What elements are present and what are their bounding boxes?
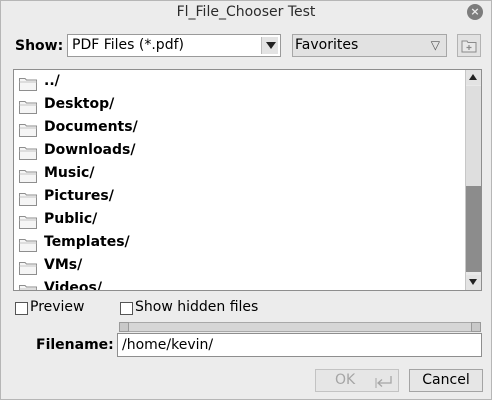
triangle-down-icon: ▽: [430, 38, 440, 52]
file-name: ../: [44, 73, 60, 89]
preview-resize-bar[interactable]: [119, 322, 481, 332]
show-hidden-label: Show hidden files: [135, 299, 259, 315]
folder-icon: [19, 170, 37, 183]
file-list-item[interactable]: Pictures/: [14, 186, 464, 209]
folder-icon: [19, 239, 37, 252]
resize-handle-right[interactable]: [471, 322, 481, 332]
folder-icon: [19, 147, 37, 160]
file-list-item[interactable]: Templates/: [14, 232, 464, 255]
new-folder-icon: [461, 40, 477, 53]
close-icon[interactable]: ×: [467, 4, 483, 20]
folder-icon: [19, 285, 37, 290]
file-list-item[interactable]: ../: [14, 71, 464, 94]
favorites-label: Favorites: [295, 37, 359, 53]
show-label: Show:: [15, 38, 64, 54]
resize-handle-left[interactable]: [119, 322, 129, 332]
folder-icon: [19, 78, 37, 91]
enter-icon: [375, 376, 392, 388]
ok-label: OK: [335, 372, 356, 388]
file-name: VMs/: [44, 257, 83, 273]
file-chooser-window: Fl_File_Chooser Test × Show: PDF Files (…: [0, 0, 492, 400]
file-list-item[interactable]: Videos/: [14, 278, 464, 291]
preview-label: Preview: [30, 299, 85, 315]
new-folder-button[interactable]: [457, 34, 481, 57]
folder-icon: [19, 262, 37, 275]
ok-button[interactable]: OK: [315, 369, 399, 392]
filter-dropdown[interactable]: PDF Files (*.pdf): [67, 34, 281, 57]
scroll-up-icon[interactable]: [466, 70, 481, 85]
show-hidden-checkbox[interactable]: [120, 302, 133, 315]
vertical-scrollbar[interactable]: [465, 70, 481, 290]
filter-value: PDF Files (*.pdf): [72, 37, 184, 53]
folder-icon: [19, 124, 37, 137]
preview-checkbox[interactable]: [15, 302, 28, 315]
folder-icon: [19, 193, 37, 206]
scroll-track[interactable]: [466, 86, 481, 186]
scroll-thumb[interactable]: [466, 186, 481, 272]
file-name: Downloads/: [44, 142, 136, 158]
file-list-item[interactable]: VMs/: [14, 255, 464, 278]
title-bar: Fl_File_Chooser Test ×: [1, 1, 491, 25]
file-name: Videos/: [44, 280, 102, 291]
file-list-item[interactable]: Documents/: [14, 117, 464, 140]
file-browser[interactable]: ../ Desktop/Documents/Downloads/Music/Pic…: [13, 69, 482, 291]
file-name: Desktop/: [44, 96, 115, 112]
file-name: Public/: [44, 211, 98, 227]
cancel-button[interactable]: Cancel: [409, 369, 483, 392]
file-list-item[interactable]: Desktop/: [14, 94, 464, 117]
favorites-menu[interactable]: Favorites ▽: [292, 34, 447, 57]
file-name: Templates/: [44, 234, 130, 250]
file-name: Pictures/: [44, 188, 114, 204]
filename-label: Filename:: [36, 337, 114, 353]
file-name: Documents/: [44, 119, 138, 135]
filename-input[interactable]: [117, 333, 482, 357]
file-list-item[interactable]: Music/: [14, 163, 464, 186]
file-name: Music/: [44, 165, 95, 181]
window-title: Fl_File_Chooser Test: [176, 4, 316, 20]
file-list-item[interactable]: Downloads/: [14, 140, 464, 163]
scroll-down-icon[interactable]: [466, 275, 481, 290]
folder-icon: [19, 216, 37, 229]
folder-icon: [19, 101, 37, 114]
dropdown-arrow-icon[interactable]: [261, 37, 278, 54]
file-list-item[interactable]: Public/: [14, 209, 464, 232]
